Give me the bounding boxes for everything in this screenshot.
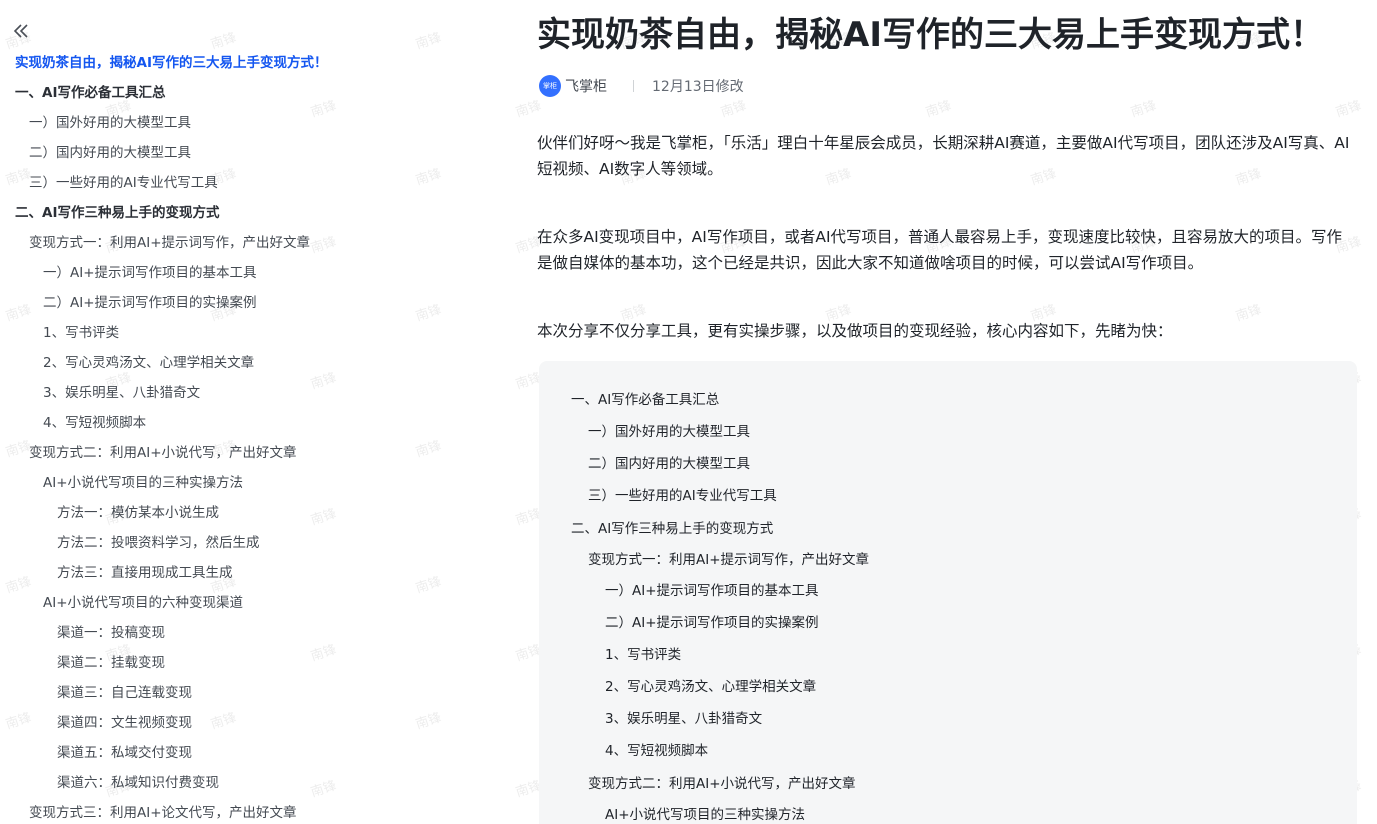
outline-item[interactable]: 二、AI写作三种易上手的变现方式 <box>15 202 219 224</box>
toc-line: 二、AI写作三种易上手的变现方式 <box>571 521 774 537</box>
outline-item[interactable]: 4、写短视频脚本 <box>43 412 146 434</box>
toc-line: 变现方式一：利用AI+提示词写作，产出好文章 <box>588 552 870 568</box>
paragraph: 本次分享不仅分享工具，更有实操步骤，以及做项目的变现经验，核心内容如下，先睹为快… <box>537 322 1173 340</box>
outline-item[interactable]: 渠道一：投稿变现 <box>57 622 165 644</box>
toc-line: 二）AI+提示词写作项目的实操案例 <box>605 615 819 631</box>
article-body: 实现奶茶自由，揭秘AI写作的三大易上手变现方式！ 掌柜 飞掌柜 12月13日修改… <box>537 0 1357 824</box>
outline-item[interactable]: 变现方式三：利用AI+论文代写，产出好文章 <box>29 802 297 824</box>
author-name[interactable]: 飞掌柜 <box>565 76 607 96</box>
outline-sidebar: 实现奶茶自由，揭秘AI写作的三大易上手变现方式！ 一、AI写作必备工具汇总 一）… <box>0 0 500 824</box>
outline-item[interactable]: 方法一：模仿某本小说生成 <box>57 502 219 524</box>
toc-line: 3、娱乐明星、八卦猎奇文 <box>605 711 763 727</box>
outline-item[interactable]: 渠道二：挂载变现 <box>57 652 165 674</box>
modified-time: 12月13日修改 <box>652 79 744 95</box>
outline-item[interactable]: 渠道三：自己连载变现 <box>57 682 192 704</box>
double-chevron-left-icon <box>13 24 28 38</box>
meta-divider <box>633 80 634 92</box>
toc-line: 2、写心灵鸡汤文、心理学相关文章 <box>605 679 817 695</box>
outline-item[interactable]: 一）AI+提示词写作项目的基本工具 <box>43 262 257 284</box>
toc-line: 一）国外好用的大模型工具 <box>588 424 750 440</box>
toc-block: 一、AI写作必备工具汇总 一）国外好用的大模型工具 二）国内好用的大模型工具 三… <box>539 361 1357 824</box>
outline-item[interactable]: AI+小说代写项目的三种实操方法 <box>43 472 243 494</box>
outline-item[interactable]: 二）AI+提示词写作项目的实操案例 <box>43 292 257 314</box>
outline-item[interactable]: 方法三：直接用现成工具生成 <box>57 562 233 584</box>
outline-item[interactable]: 渠道五：私域交付变现 <box>57 742 192 764</box>
outline-item[interactable]: 渠道四：文生视频变现 <box>57 712 192 734</box>
outline-item[interactable]: 渠道六：私域知识付费变现 <box>57 772 219 794</box>
outline-item[interactable]: 一、AI写作必备工具汇总 <box>15 82 165 104</box>
outline-item[interactable]: AI+小说代写项目的六种变现渠道 <box>43 592 243 614</box>
toc-line: 变现方式二：利用AI+小说代写，产出好文章 <box>588 776 856 792</box>
outline-item[interactable]: 三）一些好用的AI专业代写工具 <box>29 172 218 194</box>
toc-line: 二）国内好用的大模型工具 <box>588 456 750 472</box>
toc-line: 一）AI+提示词写作项目的基本工具 <box>605 583 819 599</box>
article-meta: 掌柜 飞掌柜 12月13日修改 <box>539 74 744 98</box>
paragraph: 在众多AI变现项目中，AI写作项目，或者AI代写项目，普通人最容易上手，变现速度… <box>537 228 1343 272</box>
outline-item[interactable]: 变现方式二：利用AI+小说代写，产出好文章 <box>29 442 297 464</box>
outline-doc-title[interactable]: 实现奶茶自由，揭秘AI写作的三大易上手变现方式！ <box>15 52 327 74</box>
collapse-outline-button[interactable] <box>12 22 32 42</box>
outline-item[interactable]: 二）国内好用的大模型工具 <box>29 142 191 164</box>
outline-item[interactable]: 一）国外好用的大模型工具 <box>29 112 191 134</box>
toc-line: 1、写书评类 <box>605 647 682 663</box>
avatar[interactable]: 掌柜 <box>539 75 561 97</box>
outline-item[interactable]: 3、娱乐明星、八卦猎奇文 <box>43 382 200 404</box>
toc-line: 一、AI写作必备工具汇总 <box>571 392 720 408</box>
page-title: 实现奶茶自由，揭秘AI写作的三大易上手变现方式！ <box>537 15 1324 55</box>
outline-item[interactable]: 1、写书评类 <box>43 322 119 344</box>
toc-line: AI+小说代写项目的三种实操方法 <box>605 807 806 823</box>
paragraph: 伙伴们好呀～我是飞掌柜，「乐活」理白十年星辰会成员，长期深耕AI赛道，主要做AI… <box>537 134 1350 178</box>
toc-line: 三）一些好用的AI专业代写工具 <box>588 488 777 504</box>
document-page: 南锋 南锋 南锋 南锋 南锋 南锋 南锋 南锋 南锋 南锋 南锋 南锋 南锋 南锋 南锋 南锋 南锋 南锋 南锋 南锋… <box>0 0 1377 824</box>
outline-item[interactable]: 2、写心灵鸡汤文、心理学相关文章 <box>43 352 254 374</box>
outline-item[interactable]: 方法二：投喂资料学习，然后生成 <box>57 532 260 554</box>
toc-line: 4、写短视频脚本 <box>605 743 709 759</box>
outline-item[interactable]: 变现方式一：利用AI+提示词写作，产出好文章 <box>29 232 310 254</box>
